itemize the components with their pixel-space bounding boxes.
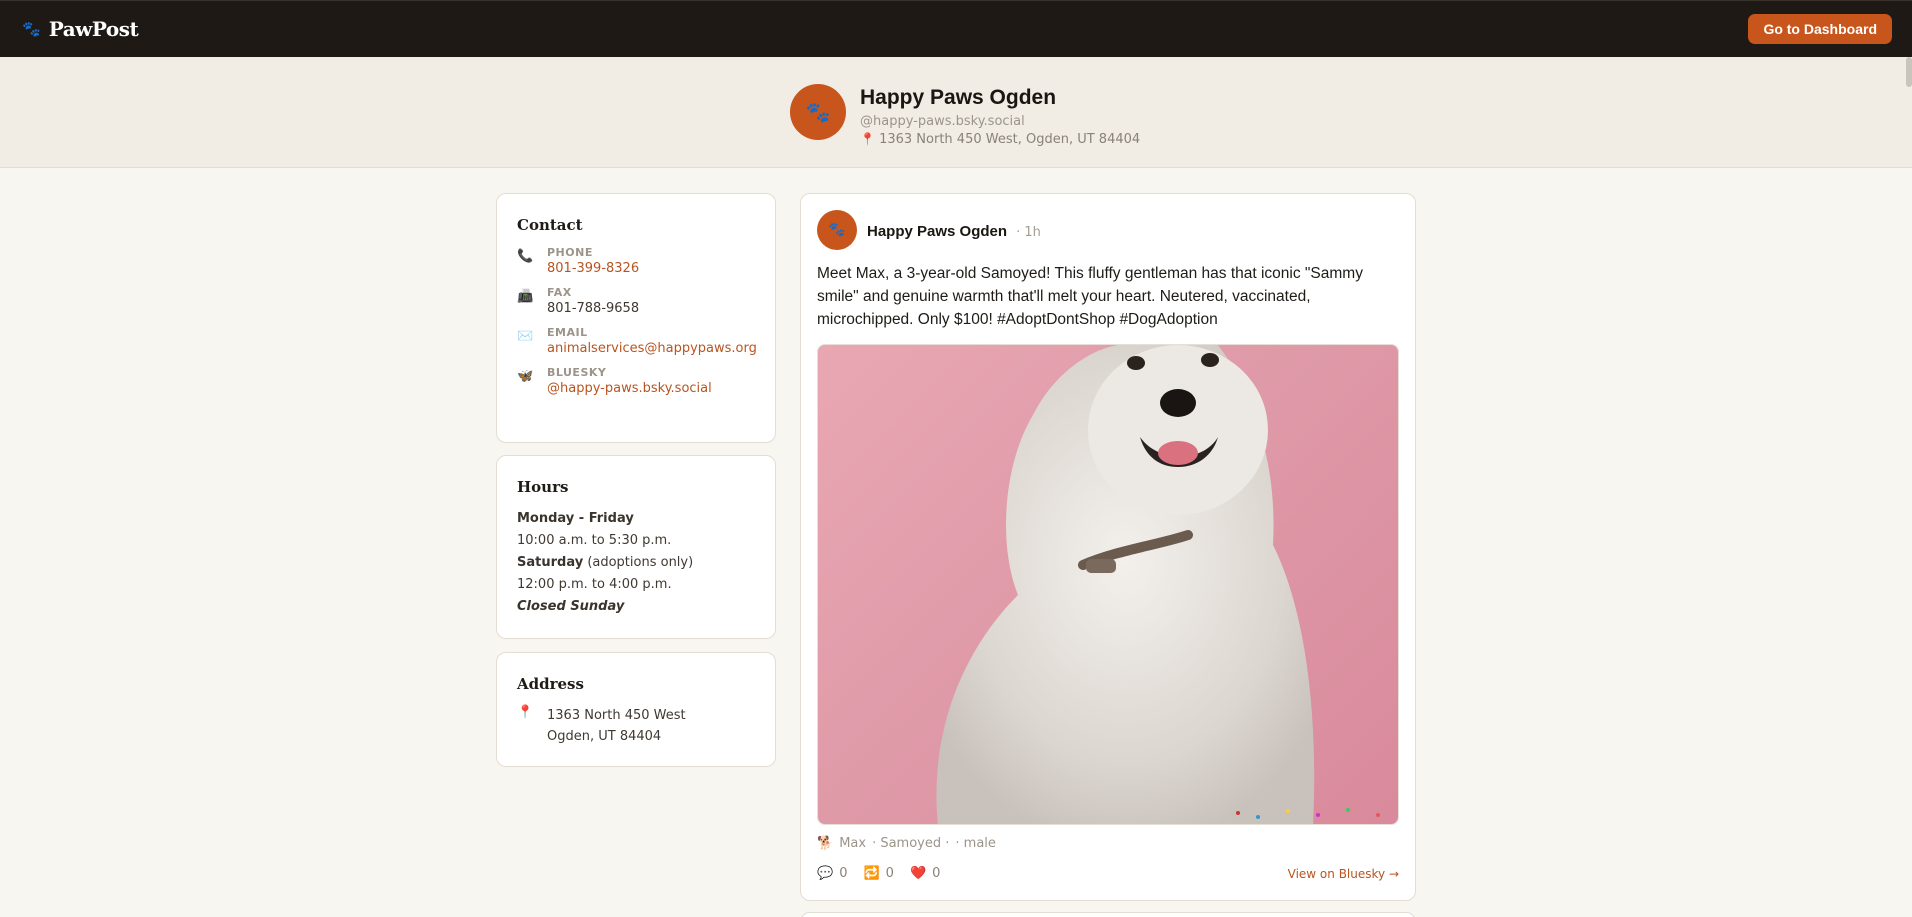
comment-icon: 💬 <box>817 866 834 881</box>
contact-title: Contact <box>517 216 583 234</box>
profile-header: 🐾 Happy Paws Ogden @happy-paws.bsky.soci… <box>0 57 1912 168</box>
profile-handle: @happy-paws.bsky.social <box>860 114 1025 129</box>
address-card: Address 📍 1363 North 450 West Ogden, UT … <box>496 652 776 767</box>
like-action[interactable]: ❤️ 0 <box>910 866 940 881</box>
post-image-samoyed[interactable] <box>817 344 1399 825</box>
contact-fax: 📠 FAX 801-788-9658 <box>517 286 755 316</box>
email-link[interactable]: animalservices@happypaws.org <box>547 341 757 356</box>
like-count: 0 <box>932 866 941 881</box>
fax-label: FAX <box>547 286 572 299</box>
address-line-2: Ogden, UT 84404 <box>547 729 662 744</box>
weekday-label-text: Monday - Friday <box>517 511 634 526</box>
post-avatar[interactable]: 🐾 <box>817 210 857 250</box>
contact-card: Contact 📞 PHONE 801-399-8326 📠 FAX 801-7… <box>496 193 776 443</box>
post-card: 🐾 Happy Paws Ogden · 1h Meet Max, a 3-ye… <box>800 193 1416 901</box>
phone-link[interactable]: 801-399-8326 <box>547 261 639 276</box>
profile-avatar: 🐾 <box>790 84 846 140</box>
saturday-label: Saturday (adoptions only) <box>517 552 755 574</box>
profile-name: Happy Paws Ogden <box>860 86 1057 109</box>
profile-address-text: 1363 North 450 West, Ogden, UT 84404 <box>879 132 1141 147</box>
pet-sex: · male <box>955 836 996 851</box>
saturday-hours: 12:00 p.m. to 4:00 p.m. <box>517 577 672 592</box>
view-on-bluesky-link[interactable]: View on Bluesky → <box>1288 867 1399 881</box>
post-author[interactable]: Happy Paws Ogden <box>867 223 1007 240</box>
contact-bluesky: 🦋 BLUESKY @happy-paws.bsky.social <box>517 366 755 396</box>
post-actions: 💬 0 🔁 0 ❤️ 0 <box>817 866 940 881</box>
pet-breed: · Samoyed · <box>872 836 950 851</box>
brand-logo[interactable]: 🐾 PawPost <box>22 17 139 41</box>
reply-count: 0 <box>839 866 848 881</box>
pin-icon: 📍 <box>860 132 875 146</box>
address-title: Address <box>517 675 584 693</box>
pin-icon: 📍 <box>517 705 534 720</box>
repost-count: 0 <box>885 866 894 881</box>
hours-card: Hours Monday - Friday 10:00 a.m. to 5:30… <box>496 455 776 639</box>
bluesky-link[interactable]: @happy-paws.bsky.social <box>547 381 712 396</box>
brand-name: PawPost <box>48 17 139 41</box>
pet-meta: 🐕 Max · Samoyed · · male <box>817 836 996 851</box>
contact-email: ✉️ EMAIL animalservices@happypaws.org <box>517 326 757 356</box>
fax-icon: 📠 <box>517 289 534 304</box>
post-header: 🐾 Happy Paws Ogden · 1h <box>817 210 1041 250</box>
scrollbar-thumb[interactable] <box>1906 57 1912 87</box>
fax-value: 801-788-9658 <box>547 301 640 316</box>
phone-label: PHONE <box>547 246 593 259</box>
paw-icon: 🐾 <box>22 20 41 38</box>
paw-icon: 🐾 <box>805 100 831 124</box>
contact-phone: 📞 PHONE 801-399-8326 <box>517 246 755 276</box>
heart-icon: ❤️ <box>909 866 927 881</box>
weekday-hours: 10:00 a.m. to 5:30 p.m. <box>517 533 672 548</box>
post-timestamp: · 1h <box>1016 224 1041 240</box>
email-icon: ✉️ <box>517 329 534 344</box>
bluesky-label: BLUESKY <box>547 366 607 379</box>
email-label: EMAIL <box>547 326 588 339</box>
top-navigation-bar: 🐾 PawPost Go to Dashboard <box>0 0 1912 57</box>
dog-icon: 🐕 <box>817 836 834 851</box>
post-text: Meet Max, a 3-year-old Samoyed! This flu… <box>817 265 1363 328</box>
saturday-label-text: Saturday <box>517 555 584 570</box>
profile-address: 📍 1363 North 450 West, Ogden, UT 84404 <box>860 132 1140 147</box>
phone-icon: 📞 <box>517 249 534 264</box>
butterfly-icon: 🦋 <box>517 369 534 384</box>
repost-action[interactable]: 🔁 0 <box>863 866 893 881</box>
pet-name: Max <box>839 836 867 851</box>
address-line-1: 1363 North 450 West <box>547 708 686 723</box>
weekday-label: Monday - Friday <box>517 508 755 530</box>
samoyed-illustration <box>936 345 1380 824</box>
next-post-card-edge <box>800 912 1416 917</box>
reply-action[interactable]: 💬 0 <box>817 866 847 881</box>
saturday-note: (adoptions only) <box>587 555 694 570</box>
closed-note: Closed Sunday <box>517 599 625 614</box>
hours-title: Hours <box>517 478 569 496</box>
paw-icon: 🐾 <box>828 222 846 238</box>
repost-icon: 🔁 <box>863 866 880 881</box>
go-to-dashboard-button[interactable]: Go to Dashboard <box>1748 14 1892 44</box>
